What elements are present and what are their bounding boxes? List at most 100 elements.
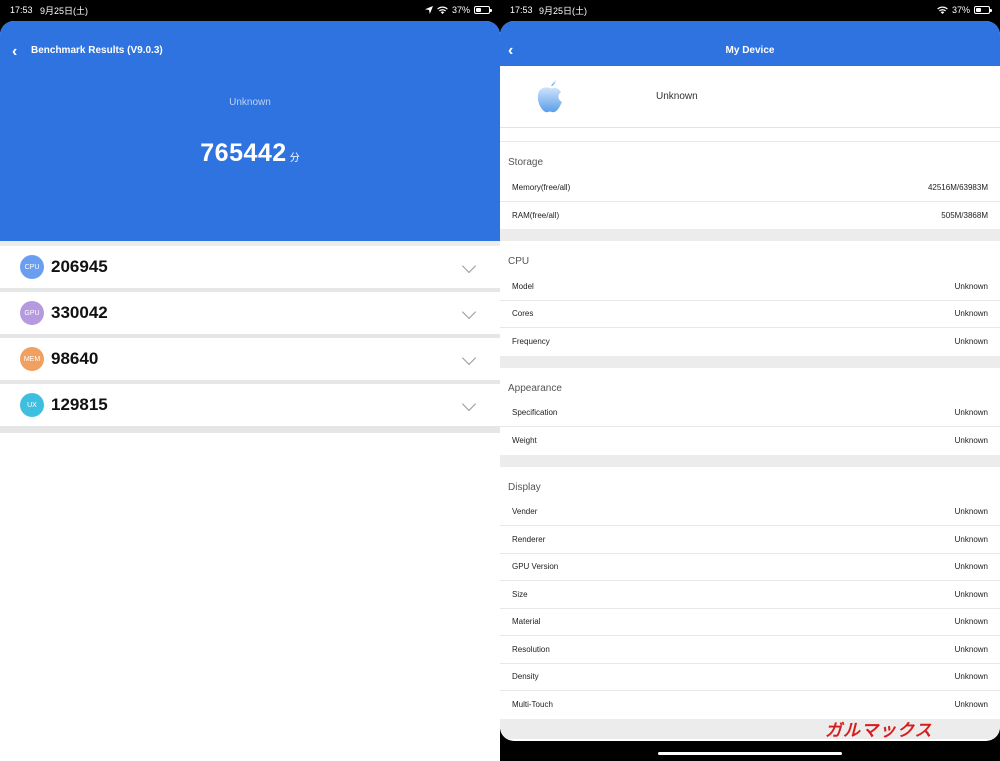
score-row-cpu[interactable]: CPU 206945 — [0, 246, 500, 288]
battery-percent: 37% — [451, 5, 470, 15]
status-date: 9月25日(土) — [539, 5, 588, 16]
divider — [500, 128, 1000, 142]
ux-badge: UX — [20, 393, 44, 417]
item-value: Unknown — [954, 589, 988, 599]
item-value: Unknown — [954, 617, 988, 627]
item-value: Unknown — [954, 337, 988, 347]
item-value: Unknown — [954, 644, 988, 654]
item-label: Multi-Touch — [512, 700, 553, 710]
item-value: 505M/3868M — [941, 210, 988, 220]
score-row-ux[interactable]: UX 129815 — [0, 384, 500, 426]
status-time: 17:53 — [10, 5, 33, 15]
item-label: Frequency — [512, 337, 550, 347]
watermark-logo: ガルマックス — [825, 721, 933, 740]
chevron-left-icon[interactable]: ‹ — [12, 43, 17, 61]
list-item: Frequency Unknown — [500, 328, 1000, 356]
item-label: Specification — [512, 408, 558, 418]
item-value: Unknown — [954, 281, 988, 291]
status-bar-left: 17:53 9月25日(土) 37% — [0, 0, 500, 20]
item-value: Unknown — [954, 436, 988, 446]
score-row-mem[interactable]: MEM 98640 — [0, 338, 500, 380]
home-indicator[interactable] — [158, 752, 342, 755]
battery-percent: 37% — [951, 5, 970, 15]
ux-score: 129815 — [51, 395, 108, 414]
location-icon — [424, 6, 433, 14]
benchmark-results-panel: ‹ Benchmark Results (V9.0.3) Unknown 765… — [0, 21, 500, 761]
item-value: Unknown — [954, 562, 988, 572]
chevron-down-icon[interactable] — [461, 350, 477, 366]
item-label: Weight — [512, 436, 537, 446]
item-value: 42516M/63983M — [927, 182, 988, 192]
chevron-down-icon[interactable] — [461, 258, 477, 274]
device-header: ‹ My Device — [500, 21, 1000, 66]
list-item: Multi-Touch Unknown — [500, 691, 1000, 719]
item-label: GPU Version — [512, 562, 559, 572]
list-item: Cores Unknown — [500, 300, 1000, 328]
item-value: Unknown — [954, 507, 988, 517]
section-title-storage: Storage — [500, 142, 1000, 174]
chevron-down-icon[interactable] — [461, 304, 477, 320]
device-info-row: Unknown — [500, 66, 1000, 128]
home-indicator[interactable] — [658, 752, 842, 755]
item-label: Memory(free/all) — [512, 182, 571, 192]
item-label: Renderer — [512, 534, 546, 544]
score-unit: 分 — [289, 153, 300, 164]
score-row-gpu[interactable]: GPU 330042 — [0, 292, 500, 334]
status-bar-right: 17:53 9月25日(土) 37% — [500, 0, 1000, 20]
battery-icon — [974, 6, 992, 14]
list-item: Weight Unknown — [500, 427, 1000, 455]
divider — [0, 426, 500, 433]
list-item: RAM(free/all) 505M/3868M — [500, 201, 1000, 229]
list-item: Resolution Unknown — [500, 636, 1000, 664]
wifi-icon — [437, 6, 448, 14]
page-title: Benchmark Results (V9.0.3) — [31, 45, 163, 56]
status-time: 17:53 — [510, 5, 533, 15]
mem-score: 98640 — [51, 349, 99, 368]
total-score-value: 765442 — [200, 139, 287, 167]
divider — [500, 229, 1000, 241]
device-name: Unknown — [229, 97, 271, 108]
section-title-cpu: CPU — [500, 241, 1000, 273]
section-title-appearance: Appearance — [500, 367, 1000, 400]
item-label: Vender — [512, 507, 538, 517]
section-title-display: Display — [500, 466, 1000, 499]
apple-logo-icon — [537, 80, 562, 113]
list-item: Model Unknown — [500, 273, 1000, 301]
status-indicators: 37% — [424, 5, 492, 15]
score-header: ‹ Benchmark Results (V9.0.3) Unknown 765… — [0, 21, 500, 241]
status-indicators: 37% — [937, 5, 992, 15]
list-item: Vender Unknown — [500, 498, 1000, 526]
gpu-badge: GPU — [20, 301, 44, 325]
item-label: RAM(free/all) — [512, 210, 560, 220]
item-value: Unknown — [954, 408, 988, 418]
item-value: Unknown — [954, 700, 988, 710]
list-item: Renderer Unknown — [500, 526, 1000, 554]
item-label: Material — [512, 617, 541, 627]
item-value: Unknown — [954, 672, 988, 682]
list-item: Memory(free/all) 42516M/63983M — [500, 174, 1000, 202]
item-label: Density — [512, 672, 539, 682]
list-item: GPU Version Unknown — [500, 553, 1000, 581]
status-date: 9月25日(土) — [40, 5, 89, 16]
item-value: Unknown — [954, 309, 988, 319]
total-score: 765442 分 — [0, 139, 500, 168]
chevron-down-icon[interactable] — [461, 396, 477, 412]
mem-badge: MEM — [20, 347, 44, 371]
my-device-panel: ‹ My Device Unknown Storage Memory(free/… — [500, 21, 1000, 741]
divider — [500, 454, 1000, 467]
cpu-score: 206945 — [51, 257, 108, 276]
cpu-badge: CPU — [20, 255, 44, 279]
item-label: Cores — [512, 309, 534, 319]
device-name: Unknown — [656, 91, 698, 102]
item-value: Unknown — [954, 534, 988, 544]
divider — [500, 355, 1000, 368]
list-item: Material Unknown — [500, 608, 1000, 636]
battery-icon — [474, 6, 492, 14]
page-title: My Device — [725, 45, 775, 56]
list-item: Density Unknown — [500, 663, 1000, 691]
item-label: Size — [512, 589, 528, 599]
gpu-score: 330042 — [51, 303, 108, 322]
item-label: Model — [512, 281, 534, 291]
list-item: Specification Unknown — [500, 399, 1000, 427]
item-label: Resolution — [512, 644, 550, 654]
